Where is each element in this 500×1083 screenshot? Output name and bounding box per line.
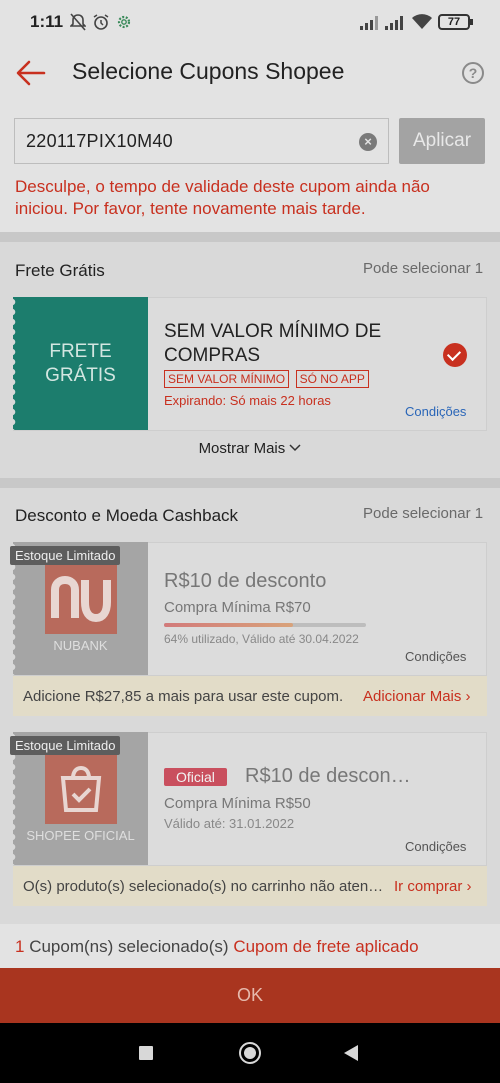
nav-back-icon[interactable] <box>344 1045 358 1061</box>
nubank-coupon-title: R$10 de desconto <box>164 570 327 592</box>
chevron-right-icon: › <box>465 688 471 705</box>
settings-gear-icon <box>115 13 133 36</box>
back-arrow-icon[interactable] <box>14 56 48 90</box>
add-more-link[interactable]: Adicionar Mais › <box>363 688 471 705</box>
shopee-banner-text: O(s) produto(s) selecionado(s) no carrin… <box>23 878 384 895</box>
ok-button[interactable]: OK <box>0 968 500 1023</box>
go-shopping-label: Ir comprar <box>394 878 463 895</box>
usage-progress-bar <box>164 623 366 627</box>
recent-apps-icon[interactable] <box>139 1046 153 1060</box>
official-tag: Oficial <box>164 768 227 786</box>
section-divider <box>0 232 500 242</box>
selected-count: 1 <box>15 937 25 956</box>
nubank-coupon-min: Compra Mínima R$70 <box>164 599 311 616</box>
mute-notification-icon <box>69 13 87 36</box>
shopee-bag-icon <box>45 754 117 824</box>
wifi-icon <box>411 13 433 36</box>
nubank-coupon-usage: 64% utilizado, Válido até 30.04.2022 <box>164 632 359 646</box>
frete-badge-line1: FRETE <box>49 341 112 362</box>
signal-icon-1 <box>360 16 380 30</box>
selected-check-icon[interactable] <box>443 343 467 367</box>
shopee-coupon-title: R$10 de descon… <box>245 765 411 787</box>
shopee-coupon-validity: Válido até: 31.01.2022 <box>164 816 295 831</box>
show-more-label: Mostrar Mais <box>198 440 286 457</box>
stock-limited-tag: Estoque Limitado <box>10 546 121 565</box>
frete-coupon-expiry: Expirando: Só mais 22 horas <box>164 393 331 408</box>
selected-count-text: Cupom(ns) selecionado(s) <box>29 937 229 956</box>
coupon-code-value: 220117PIX10M40 <box>26 131 173 151</box>
frete-section-title: Frete Grátis <box>15 261 105 280</box>
shipping-applied-text: Cupom de frete aplicado <box>233 937 419 956</box>
error-message: Desculpe, o tempo de validade deste cupo… <box>15 177 430 218</box>
frete-conditions-link[interactable]: Condições <box>405 404 466 419</box>
go-shopping-link[interactable]: Ir comprar › <box>394 878 472 895</box>
help-icon[interactable]: ? <box>462 62 484 84</box>
signal-icon-2 <box>385 16 405 30</box>
status-time: 1:11 <box>30 12 64 31</box>
tag-so-no-app: SÓ NO APP <box>295 370 369 388</box>
selection-summary: 1 Cupom(ns) selecionado(s) Cupom de fret… <box>15 937 419 957</box>
cashback-section-hint: Pode selecionar 1 <box>363 505 484 522</box>
frete-section-hint: Pode selecionar 1 <box>363 260 484 277</box>
home-icon[interactable] <box>239 1042 261 1064</box>
nubank-banner-text: Adicione R$27,85 a mais para usar este c… <box>23 688 344 705</box>
nubank-conditions-link[interactable]: Condições <box>405 649 466 664</box>
frete-coupon-title: SEM VALOR MÍNIMO DE COMPRAS <box>164 321 382 366</box>
add-more-label: Adicionar Mais <box>363 688 462 705</box>
cashback-section-title: Desconto e Moeda Cashback <box>15 506 239 525</box>
show-more-button[interactable]: Mostrar Mais <box>0 440 500 457</box>
nubank-logo-icon <box>45 564 117 634</box>
frete-badge-line2: GRÁTIS <box>45 365 116 386</box>
frete-coupon-tags: SEM VALOR MÍNIMO SÓ NO APP <box>164 370 369 388</box>
frete-gratis-badge: FRETE GRÁTIS <box>12 297 148 430</box>
nubank-brand-label: NUBANK <box>53 638 108 653</box>
stock-limited-tag-2: Estoque Limitado <box>10 736 121 755</box>
shopee-coupon-min: Compra Mínima R$50 <box>164 795 311 812</box>
apply-button[interactable]: Aplicar <box>399 118 485 164</box>
shopee-brand-label: SHOPEE OFICIAL <box>26 828 135 843</box>
battery-icon: 77 <box>438 14 473 30</box>
chevron-down-icon <box>289 444 301 452</box>
tag-sem-valor-minimo: SEM VALOR MÍNIMO <box>164 370 290 388</box>
chevron-right-icon-2: › <box>466 878 472 895</box>
usage-progress-fill <box>164 623 294 627</box>
alarm-icon <box>92 13 110 36</box>
section-divider-2 <box>0 478 500 488</box>
shopee-conditions-link[interactable]: Condições <box>405 839 466 854</box>
page-title: Selecione Cupons Shopee <box>72 58 345 84</box>
clear-input-icon[interactable]: × <box>359 133 377 151</box>
